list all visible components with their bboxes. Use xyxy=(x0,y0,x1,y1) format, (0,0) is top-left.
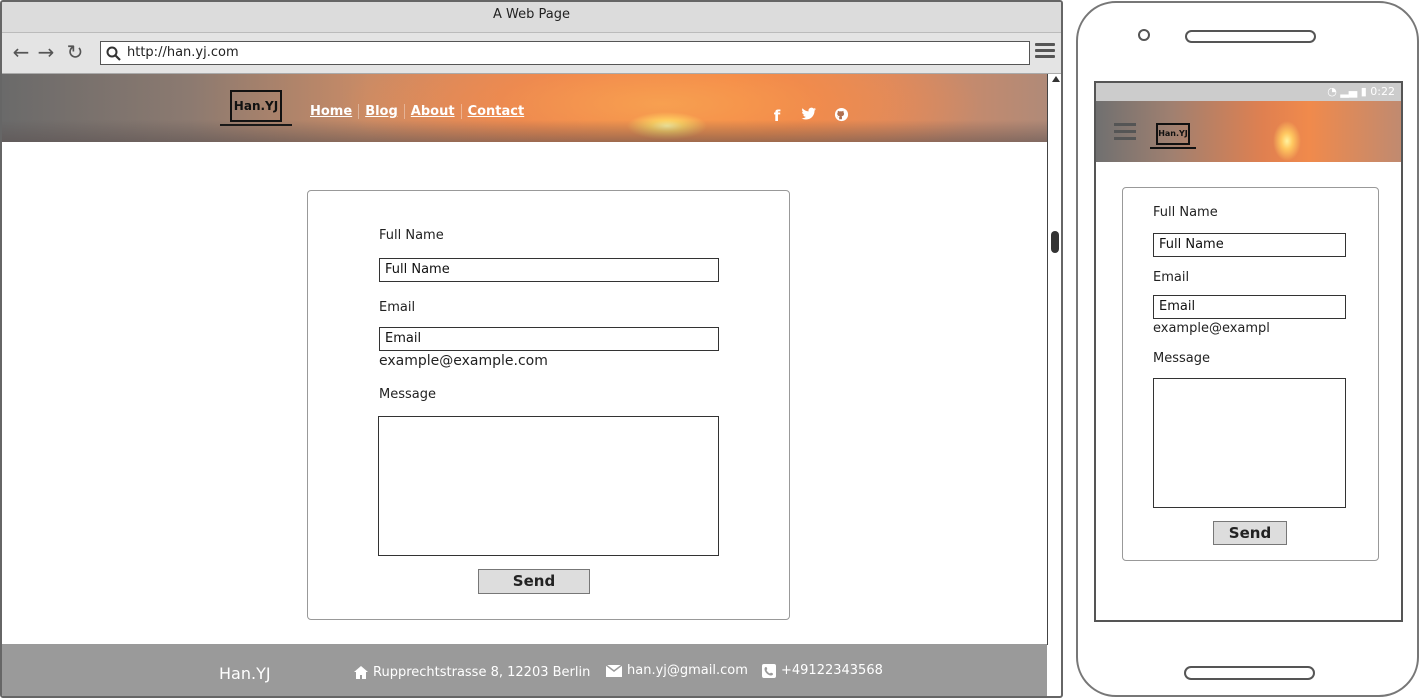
home-button[interactable] xyxy=(1184,666,1315,680)
status-icons: ◔ ▂▄ ▮ xyxy=(1327,85,1367,98)
mobile-logo-text: Han.YJ xyxy=(1156,123,1190,145)
send-button[interactable]: Send xyxy=(478,569,590,594)
mobile-contact-form-card: Full Name Full Name Email Email example@… xyxy=(1122,187,1379,561)
email-text: han.yj@gmail.com xyxy=(627,663,748,678)
url-text: http://han.yj.com xyxy=(127,45,239,60)
footer-address: Rupprechtstrasse 8, 12203 Berlin xyxy=(354,665,590,680)
logo-text: Han.YJ xyxy=(230,90,282,122)
github-icon[interactable] xyxy=(832,107,850,126)
mobile-message-label: Message xyxy=(1153,351,1210,366)
social-links: f xyxy=(768,107,850,126)
phone-icon xyxy=(762,663,776,678)
reload-icon[interactable]: ↻ xyxy=(64,41,86,63)
mobile-menu-icon[interactable] xyxy=(1114,123,1136,144)
twitter-icon[interactable] xyxy=(800,107,818,126)
facebook-icon[interactable]: f xyxy=(768,107,786,126)
window-title: A Web Page xyxy=(2,2,1061,33)
mobile-screen: ◔ ▂▄ ▮ 0:22 Han.YJ Full Name Full Name E… xyxy=(1094,81,1403,622)
email-hint: example@example.com xyxy=(379,353,548,369)
message-label: Message xyxy=(379,387,436,402)
hamburger-menu-icon[interactable] xyxy=(1035,43,1055,63)
nav-home[interactable]: Home xyxy=(304,104,360,119)
page-scrollbar[interactable] xyxy=(1047,74,1061,645)
mobile-name-label: Full Name xyxy=(1153,205,1218,220)
browser-window: A Web Page ← → ↻ http://han.yj.com Han.Y… xyxy=(0,0,1063,698)
mobile-email-hint: example@exampl xyxy=(1153,321,1269,336)
home-icon xyxy=(354,666,368,679)
mobile-logo[interactable]: Han.YJ xyxy=(1150,123,1196,149)
mobile-email-label: Email xyxy=(1153,270,1190,285)
phone-text: +49122343568 xyxy=(781,663,883,678)
name-input[interactable]: Full Name xyxy=(379,258,719,282)
mobile-send-button[interactable]: Send xyxy=(1213,521,1287,545)
address-bar: ← → ↻ http://han.yj.com xyxy=(2,33,1061,74)
mobile-name-input[interactable]: Full Name xyxy=(1153,233,1346,257)
page-viewport: Han.YJ Home Blog About Contact f Full Na… xyxy=(2,74,1047,696)
footer-brand: Han.YJ xyxy=(219,664,271,683)
speaker-grille xyxy=(1185,30,1316,43)
envelope-icon xyxy=(606,664,622,677)
scroll-up-arrow[interactable] xyxy=(1052,76,1060,82)
site-footer: Han.YJ Rupprechtstrasse 8, 12203 Berlin … xyxy=(2,644,1047,696)
mobile-email-input[interactable]: Email xyxy=(1153,295,1346,319)
name-label: Full Name xyxy=(379,228,444,243)
footer-phone[interactable]: +49122343568 xyxy=(762,663,883,678)
mobile-laptop-base xyxy=(1150,147,1196,149)
laptop-base xyxy=(220,124,292,126)
mobile-message-textarea[interactable] xyxy=(1153,378,1346,508)
back-icon[interactable]: ← xyxy=(10,41,32,63)
url-input[interactable]: http://han.yj.com xyxy=(100,41,1030,65)
nav-blog[interactable]: Blog xyxy=(359,104,405,119)
mobile-header-banner: Han.YJ xyxy=(1096,101,1401,162)
camera-icon xyxy=(1138,29,1150,41)
email-label: Email xyxy=(379,300,416,315)
nav-contact[interactable]: Contact xyxy=(462,104,531,119)
nav-about[interactable]: About xyxy=(405,104,462,119)
contact-form-card: Full Name Full Name Email Email example@… xyxy=(307,190,790,620)
footer-email[interactable]: han.yj@gmail.com xyxy=(606,663,748,678)
search-icon xyxy=(106,46,121,61)
status-bar: ◔ ▂▄ ▮ 0:22 xyxy=(1096,83,1401,101)
address-text: Rupprechtstrasse 8, 12203 Berlin xyxy=(373,665,591,680)
scroll-thumb[interactable] xyxy=(1051,231,1059,253)
forward-icon[interactable]: → xyxy=(35,41,57,63)
mobile-device: ◔ ▂▄ ▮ 0:22 Han.YJ Full Name Full Name E… xyxy=(1076,1,1419,697)
site-logo[interactable]: Han.YJ xyxy=(220,88,292,128)
header-banner: Han.YJ Home Blog About Contact f xyxy=(2,74,1047,142)
main-nav: Home Blog About Contact xyxy=(304,104,530,119)
email-input[interactable]: Email xyxy=(379,327,719,351)
message-textarea[interactable] xyxy=(378,416,719,556)
status-time: 0:22 xyxy=(1370,85,1395,98)
